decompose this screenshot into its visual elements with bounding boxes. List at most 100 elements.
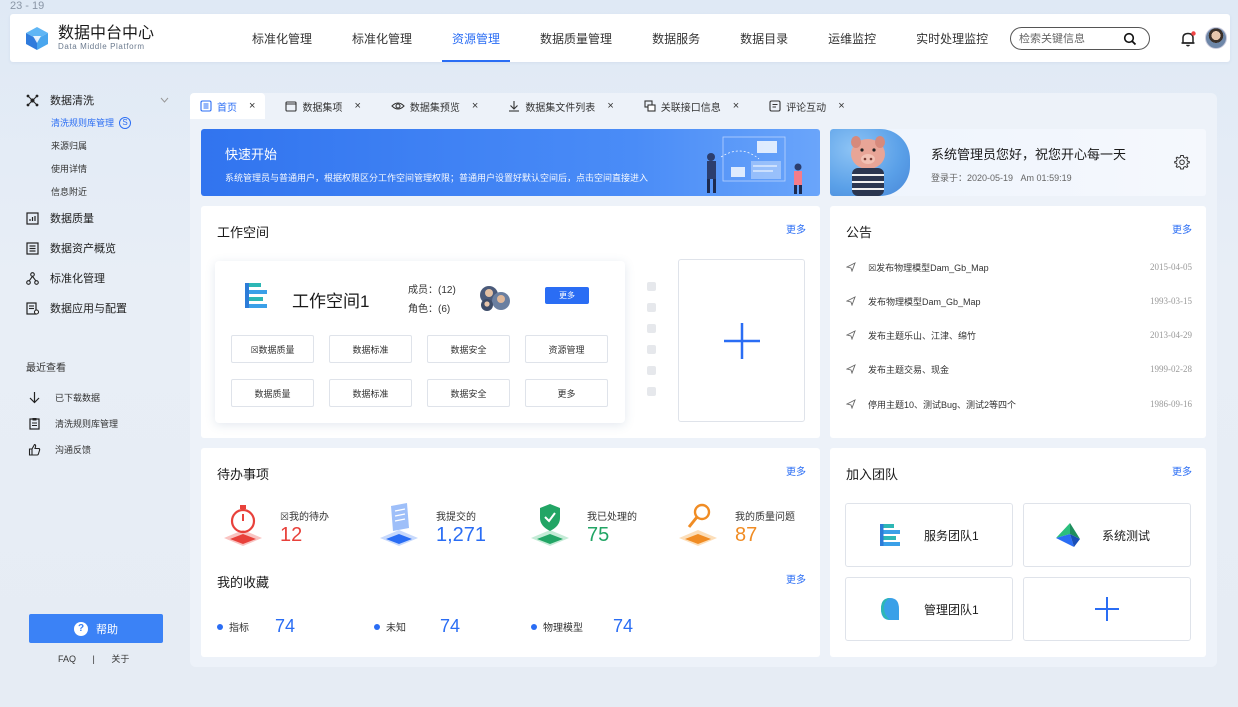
nav-item-data-service[interactable]: 数据服务	[632, 14, 720, 62]
ws-btn-resource-mgmt[interactable]: 资源管理	[525, 335, 608, 363]
bullet-dot	[217, 623, 223, 630]
notice-more-link[interactable]: 更多	[1172, 221, 1192, 236]
sidebar: 数据清洗 清洗规则库管理 S 来源归属 使用详情 信息附近 数据质量 数据资产概…	[10, 80, 182, 680]
tab-close-icon[interactable]: ×	[838, 100, 844, 112]
nav-item-standardization-1[interactable]: 标准化管理	[232, 14, 332, 62]
add-workspace-card[interactable]	[678, 259, 805, 422]
workspace-more-button[interactable]: 更多	[545, 287, 589, 304]
nav-item-realtime-monitor[interactable]: 实时处理监控	[896, 14, 1008, 62]
main-nav: 标准化管理 标准化管理 资源管理 数据质量管理 数据服务 数据目录 运维监控 实…	[232, 14, 1089, 62]
team-card-system-test[interactable]: 系统测试	[1023, 503, 1191, 567]
ws-btn-data-standard[interactable]: 数据标准	[329, 335, 412, 363]
carousel-dot[interactable]	[647, 324, 656, 333]
link-icon	[644, 100, 656, 112]
notice-item[interactable]: 停用主题10、测试Bug、测试2等四个 1986-09-16	[846, 397, 1192, 411]
carousel-dot[interactable]	[647, 366, 656, 375]
tab-close-icon[interactable]: ×	[354, 100, 360, 112]
favorite-item[interactable]: 物理模型 74	[531, 616, 633, 637]
carousel-dot[interactable]	[647, 387, 656, 396]
favorites-more-link[interactable]: 更多	[786, 571, 806, 586]
eye-icon	[391, 102, 405, 110]
favorite-item[interactable]: 指标 74	[217, 616, 295, 637]
sidebar-item-asset-overview[interactable]: 数据资产概览	[26, 233, 182, 263]
tab-close-icon[interactable]: ×	[472, 100, 478, 112]
tab-home[interactable]: 首页 ×	[190, 93, 266, 119]
corner-label: 23 - 19	[10, 0, 45, 12]
sidebar-item-standardization[interactable]: 标准化管理	[26, 263, 182, 293]
nav-item-resource-management[interactable]: 资源管理	[432, 14, 520, 62]
shield-check-icon	[531, 504, 569, 546]
teams-more-link[interactable]: 更多	[1172, 463, 1192, 478]
tab-linked-api[interactable]: 关联接口信息 ×	[634, 93, 749, 119]
sidebar-sub-source[interactable]: 来源归属	[51, 134, 182, 157]
member-avatars	[480, 286, 510, 311]
add-team-card[interactable]	[1023, 577, 1191, 641]
search-icon[interactable]	[1123, 32, 1137, 46]
gear-icon[interactable]	[1174, 154, 1190, 170]
recent-item-cleaning-rules[interactable]: 清洗规则库管理	[28, 410, 182, 436]
ws-btn-data-standard-2[interactable]: 数据标准	[329, 379, 412, 407]
prism-icon	[1056, 523, 1080, 547]
todo-more-link[interactable]: 更多	[786, 463, 806, 478]
sidebar-sub-nearby[interactable]: 信息附近	[51, 180, 182, 203]
tab-close-icon[interactable]: ×	[733, 100, 739, 112]
faq-link[interactable]: FAQ	[58, 654, 76, 664]
nav-item-ops-monitor[interactable]: 运维监控	[808, 14, 896, 62]
recent-item-downloaded[interactable]: 已下载数据	[28, 384, 182, 410]
ws-btn-more[interactable]: 更多	[525, 379, 608, 407]
carousel-dot[interactable]	[647, 282, 656, 291]
carousel-dot[interactable]	[647, 303, 656, 312]
carousel-dot[interactable]	[647, 345, 656, 354]
sidebar-sub-usage[interactable]: 使用详情	[51, 157, 182, 180]
team-logo-icon	[880, 524, 900, 546]
nav-item-data-quality[interactable]: 数据质量管理	[520, 14, 632, 62]
ws-btn-data-security-2[interactable]: 数据安全	[427, 379, 510, 407]
team-card-service[interactable]: 服务团队1	[845, 503, 1013, 567]
tab-close-icon[interactable]: ×	[249, 100, 255, 112]
team-card-management[interactable]: 管理团队1	[845, 577, 1013, 641]
notice-item[interactable]: 发布物理模型Dam_Gb_Map 1993-03-15	[846, 294, 1192, 308]
teams-panel: 加入团队 更多 服务团队1 系统测试 管理团队1	[830, 448, 1206, 657]
tab-comments[interactable]: 评论互动 ×	[759, 93, 854, 119]
nav-item-standardization-2[interactable]: 标准化管理	[332, 14, 432, 62]
ws-btn-data-security[interactable]: 数据安全	[427, 335, 510, 363]
quick-start-banner[interactable]: 快速开始 系统管理员与普通用户，根据权限区分工作空间管理权限；普通用户设置好默认…	[201, 129, 820, 196]
recent-title: 最近查看	[26, 363, 66, 374]
app-logo[interactable]: 数据中台中心 Data Middle Platform	[24, 25, 214, 51]
notice-item[interactable]: 发布主题乐山、江津、绵竹 2013-04-29	[846, 328, 1192, 342]
nav-item-data-catalog[interactable]: 数据目录	[720, 14, 808, 62]
plus-icon	[1095, 597, 1119, 621]
user-avatar[interactable]	[1205, 27, 1227, 49]
carousel-dots	[647, 282, 657, 408]
ws-btn-data-quality-2[interactable]: 数据质量	[231, 379, 314, 407]
tab-dataset-files[interactable]: 数据集文件列表 ×	[498, 93, 623, 119]
download-arrow-icon	[29, 391, 40, 403]
help-button[interactable]: ? 帮助	[29, 614, 163, 643]
notice-item[interactable]: ☒发布物理模型Dam_Gb_Map 2015-04-05	[846, 260, 1192, 274]
todo-item-submitted[interactable]: 我提交的 1,271	[376, 500, 516, 552]
tab-dataset-preview[interactable]: 数据集预览 ×	[381, 93, 488, 119]
recent-item-feedback[interactable]: 沟通反馈	[28, 436, 182, 462]
workspace-card[interactable]: 工作空间1 成员：(12) 角色：(6) 更多 ☒数据质量 数据标准 数据安全 …	[215, 261, 625, 423]
sidebar-item-app-config[interactable]: 数据应用与配置	[26, 293, 182, 323]
ws-btn-data-quality[interactable]: ☒数据质量	[231, 335, 314, 363]
todo-item-processed[interactable]: 我已处理的 75	[527, 500, 667, 552]
tab-dataset-items[interactable]: 数据集项 ×	[275, 93, 370, 119]
tab-close-icon[interactable]: ×	[607, 100, 613, 112]
workspace-more-link[interactable]: 更多	[786, 221, 806, 236]
footer-links: FAQ | 关于	[54, 652, 133, 665]
favorite-item[interactable]: 未知 74	[374, 616, 460, 637]
todo-item-quality-issues[interactable]: 我的质量问题 87	[675, 500, 815, 552]
notification-bell-icon[interactable]	[1179, 30, 1197, 48]
sidebar-group-data-cleaning[interactable]: 数据清洗	[10, 89, 182, 111]
clipboard-icon	[29, 417, 40, 430]
sidebar-item-data-quality[interactable]: 数据质量	[26, 203, 182, 233]
todo-item-my-pending[interactable]: ☒我的待办 12	[220, 500, 350, 552]
send-icon	[846, 399, 856, 409]
sidebar-sub-cleaning-rules[interactable]: 清洗规则库管理 S	[51, 111, 182, 134]
notice-item[interactable]: 发布主题交易、现金 1999-02-28	[846, 362, 1192, 376]
search-input[interactable]	[1019, 32, 1123, 45]
app-subtitle: Data Middle Platform	[58, 42, 145, 51]
workspace-logo-icon	[245, 283, 267, 308]
about-link[interactable]: 关于	[111, 654, 129, 664]
